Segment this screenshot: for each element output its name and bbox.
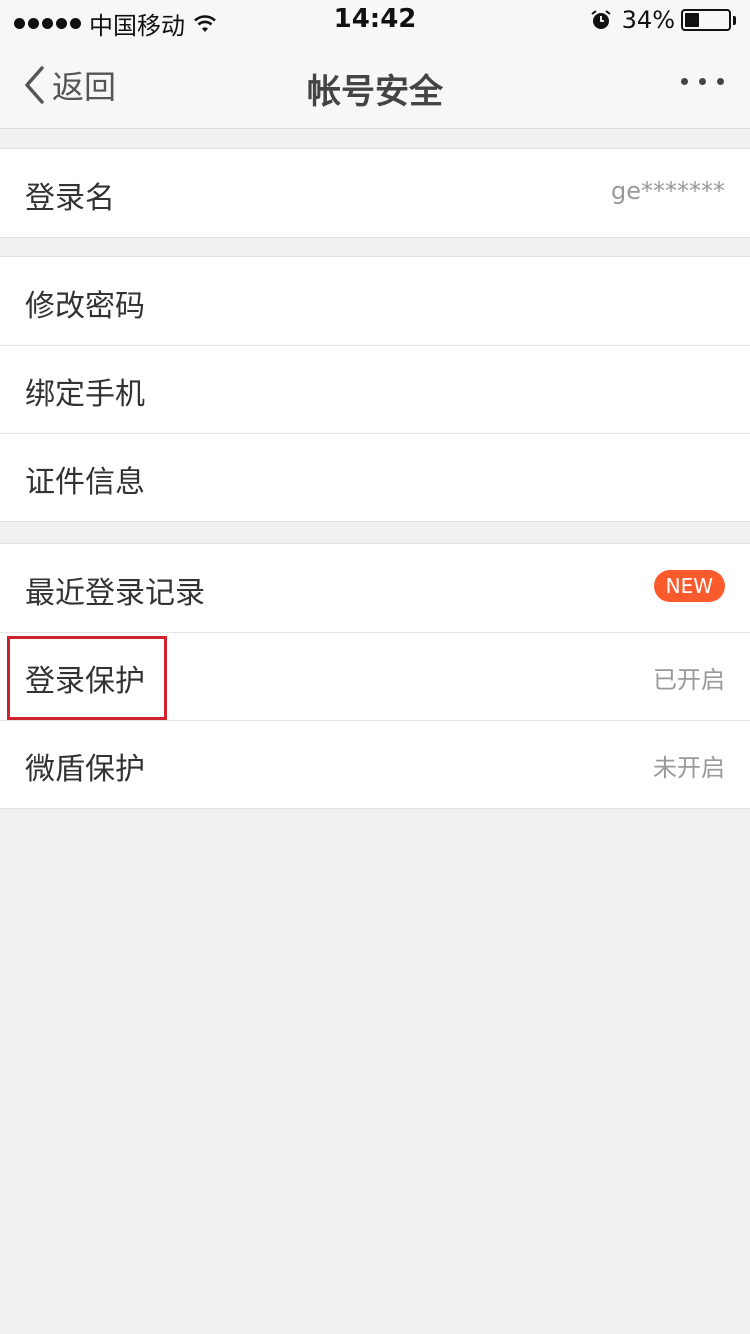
battery-icon: [681, 9, 731, 31]
settings-group-security: 修改密码 绑定手机 证件信息: [0, 256, 750, 522]
row-label: 证件信息: [25, 465, 145, 500]
more-dot-icon: [681, 78, 688, 85]
status-right: 34%: [590, 6, 736, 34]
login-protection-status: 已开启: [653, 666, 725, 694]
row-bind-phone[interactable]: 绑定手机: [0, 345, 750, 433]
row-change-password[interactable]: 修改密码: [0, 257, 750, 345]
row-shield-protection[interactable]: 微盾保护 未开启: [0, 720, 750, 808]
page-title: 帐号安全: [307, 72, 443, 112]
row-label: 登录名: [25, 181, 115, 216]
battery-nub: [733, 15, 736, 25]
new-badge: NEW: [653, 570, 725, 602]
status-bar: 中国移动 14:42 34%: [0, 0, 750, 40]
row-recent-login-records[interactable]: 最近登录记录 NEW: [0, 544, 750, 632]
row-id-info[interactable]: 证件信息: [0, 433, 750, 521]
row-label: 最近登录记录: [25, 576, 205, 611]
settings-group-login-name: 登录名 ge*******: [0, 148, 750, 238]
row-label: 微盾保护: [25, 752, 145, 787]
row-label: 绑定手机: [25, 377, 145, 412]
battery-level: [685, 13, 700, 27]
battery-percent: 34%: [621, 6, 675, 34]
highlight-annotation-box: [7, 636, 167, 720]
row-login-name[interactable]: 登录名 ge*******: [0, 149, 750, 237]
more-menu-button[interactable]: [681, 78, 724, 85]
alarm-icon: [591, 10, 611, 29]
navigation-bar: 返回 帐号安全: [0, 40, 750, 129]
login-name-value: ge*******: [611, 177, 725, 205]
shield-protection-status: 未开启: [653, 754, 725, 782]
more-dot-icon: [699, 78, 706, 85]
row-label: 修改密码: [25, 289, 145, 324]
more-dot-icon: [717, 78, 724, 85]
